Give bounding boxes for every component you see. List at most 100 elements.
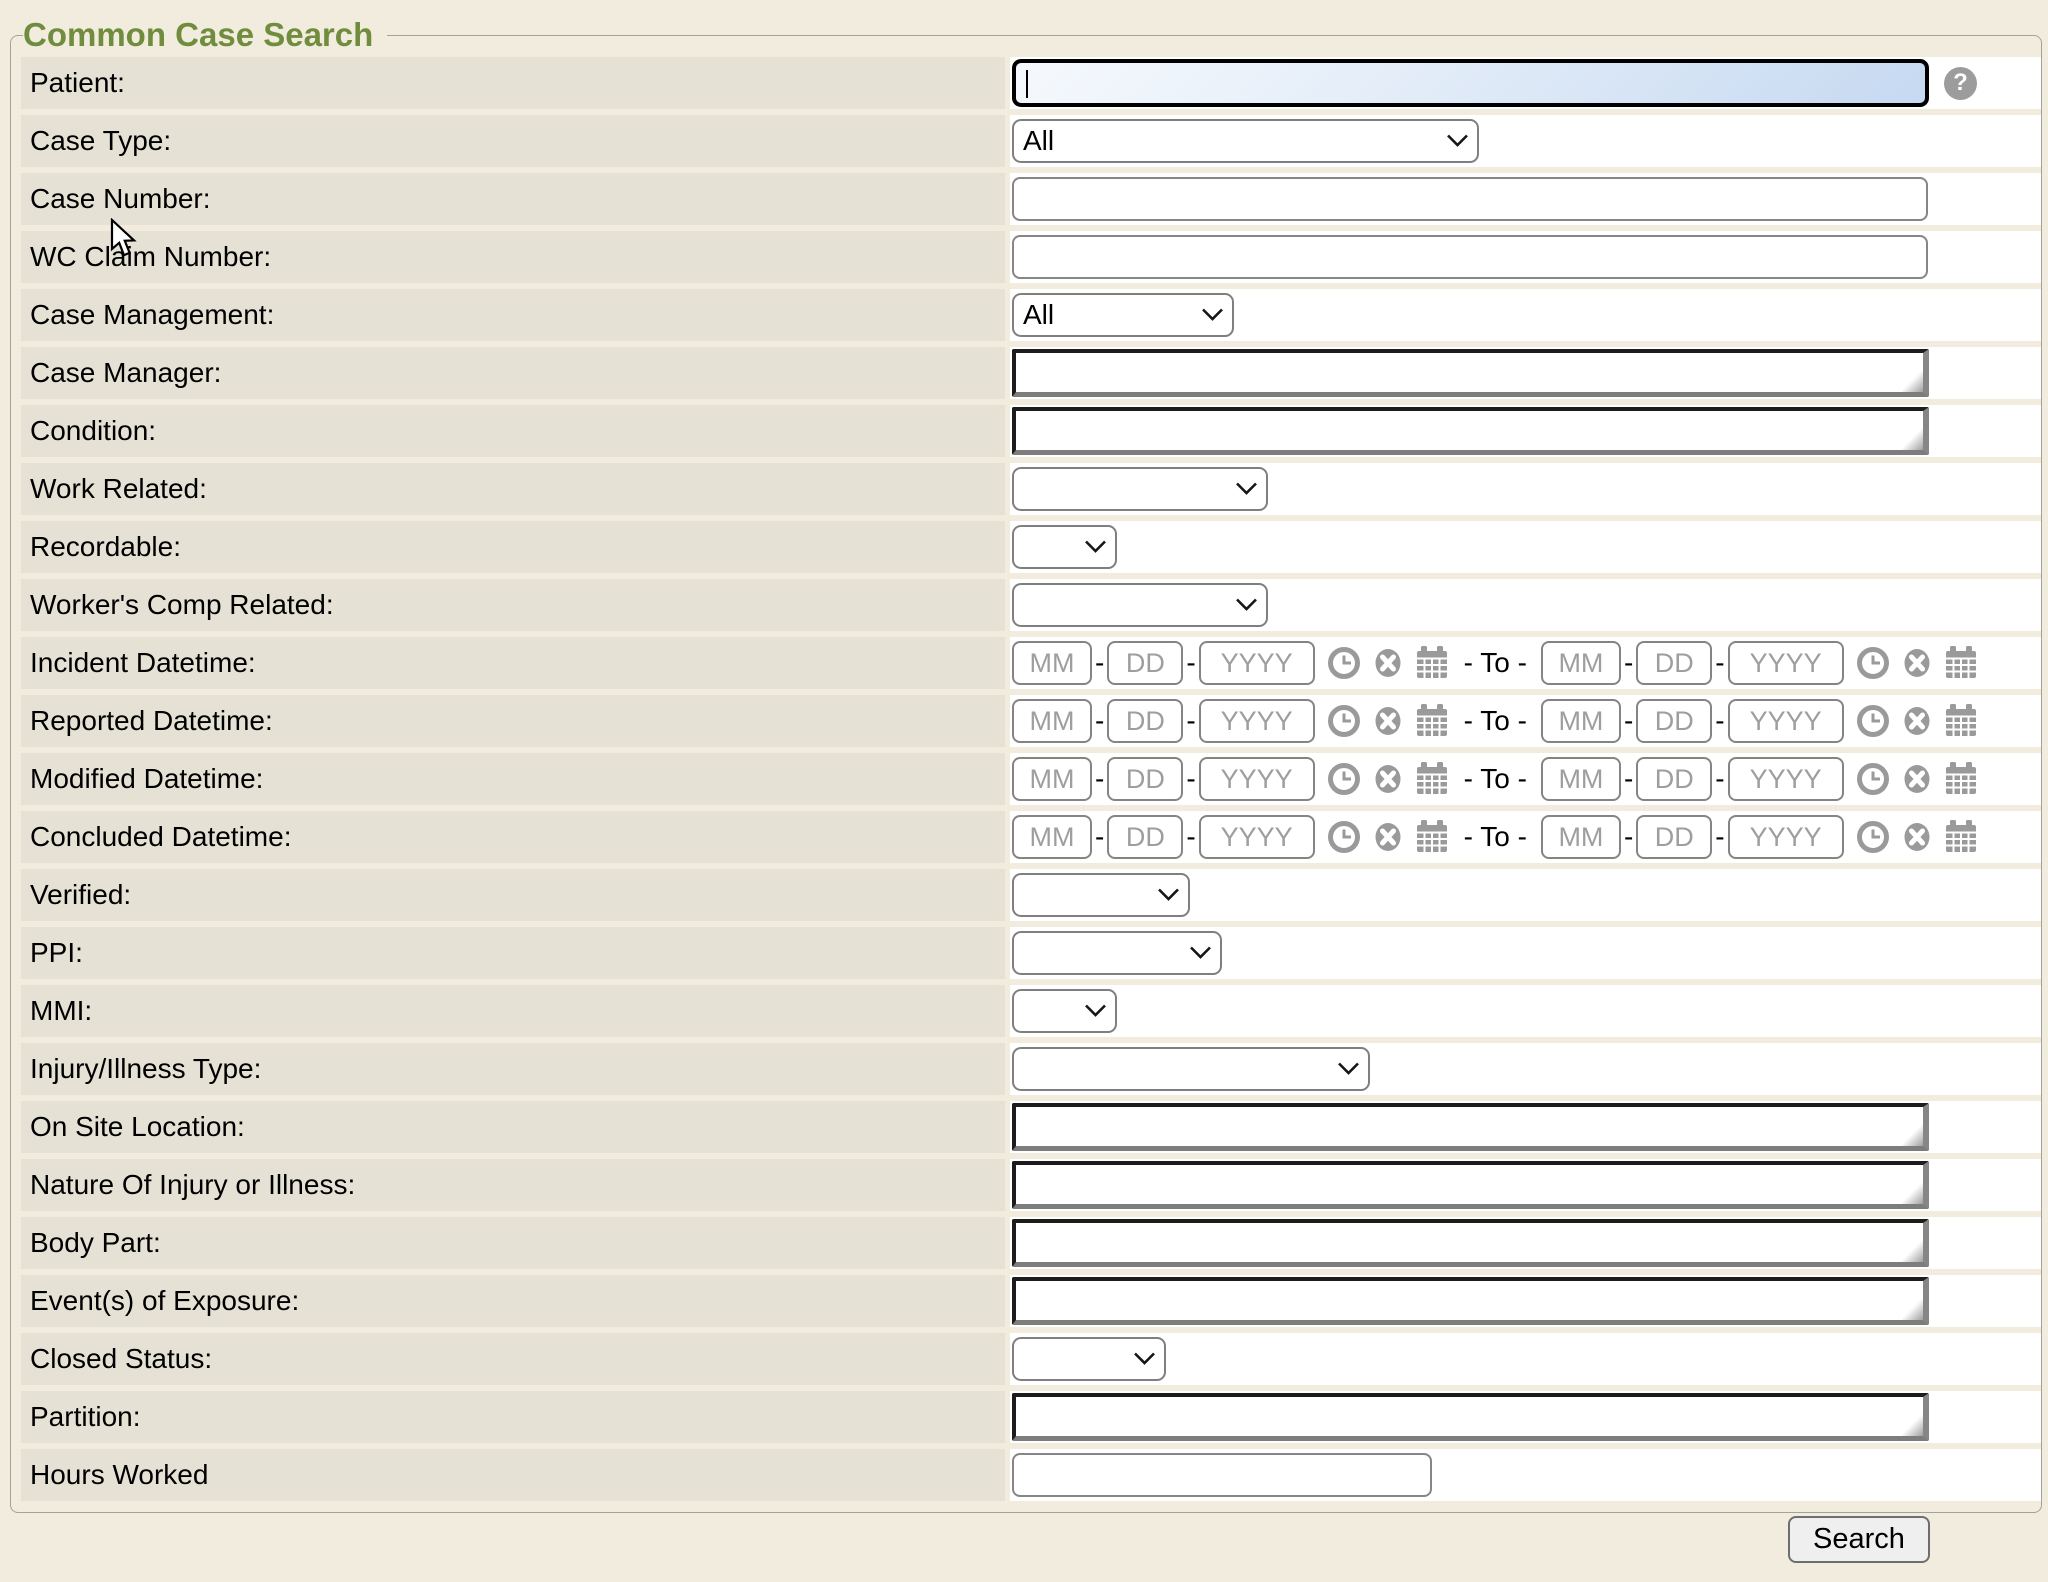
concluded-datetime-to-clear-icon[interactable] [1899, 819, 1935, 855]
form-row-case-manager: Case Manager: [21, 347, 2041, 399]
incident-datetime-to-calendar-icon[interactable] [1943, 645, 1979, 681]
body-part-textarea[interactable] [1012, 1219, 1929, 1267]
reported-datetime-to-day-input[interactable] [1636, 699, 1712, 743]
chevron-down-icon [1133, 1352, 1156, 1367]
concluded-datetime-to-month-input[interactable] [1541, 815, 1621, 859]
modified-datetime-from-day-input[interactable] [1107, 757, 1183, 801]
modified-datetime-from-year-input[interactable] [1199, 757, 1315, 801]
field-cell-case-number [1010, 173, 2041, 225]
on-site-location-textarea[interactable] [1012, 1103, 1929, 1151]
case-manager-textarea[interactable] [1012, 349, 1929, 397]
reported-datetime-from-clock-icon[interactable] [1326, 703, 1362, 739]
modified-datetime-to-year-input[interactable] [1728, 757, 1844, 801]
modified-datetime-to-clear-icon[interactable] [1899, 761, 1935, 797]
resize-grip[interactable] [1902, 1415, 1923, 1436]
incident-datetime-to-clock-icon[interactable] [1855, 645, 1891, 681]
closed-status-select[interactable] [1012, 1337, 1166, 1381]
field-label-closed-status: Closed Status: [21, 1333, 1005, 1385]
recordable-select[interactable] [1012, 525, 1117, 569]
incident-datetime-from-month-input[interactable] [1012, 641, 1092, 685]
case-number-input[interactable] [1012, 177, 1928, 221]
concluded-datetime-from-clock-icon[interactable] [1326, 819, 1362, 855]
ppi-select[interactable] [1012, 931, 1222, 975]
field-label-case-number: Case Number: [21, 173, 1005, 225]
incident-datetime-to-clear-icon[interactable] [1899, 645, 1935, 681]
field-label-mmi: MMI: [21, 985, 1005, 1037]
resize-grip[interactable] [1902, 1125, 1923, 1146]
incident-datetime-from-clock-icon[interactable] [1326, 645, 1362, 681]
work-related-select[interactable] [1012, 467, 1268, 511]
condition-textarea[interactable] [1012, 407, 1929, 455]
reported-datetime-from-year-input[interactable] [1199, 699, 1315, 743]
form-row-case-number: Case Number: [21, 173, 2041, 225]
mmi-select[interactable] [1012, 989, 1117, 1033]
form-row-reported-datetime: Reported Datetime:--- To --- [21, 695, 2041, 747]
date-separator: - [1186, 763, 1195, 795]
concluded-datetime-from-clear-icon[interactable] [1370, 819, 1406, 855]
incident-datetime-from-calendar-icon[interactable] [1414, 645, 1450, 681]
field-cell-nature-of-injury-or-illness [1010, 1159, 2041, 1211]
resize-grip[interactable] [1902, 1183, 1923, 1204]
concluded-datetime-to-day-input[interactable] [1636, 815, 1712, 859]
field-label-condition: Condition: [21, 405, 1005, 457]
concluded-datetime-from-day-input[interactable] [1107, 815, 1183, 859]
incident-datetime-from-clear-icon[interactable] [1370, 645, 1406, 681]
concluded-datetime-from-year-input[interactable] [1199, 815, 1315, 859]
concluded-datetime-from-calendar-icon[interactable] [1414, 819, 1450, 855]
modified-datetime-to-calendar-icon[interactable] [1943, 761, 1979, 797]
field-label-case-manager: Case Manager: [21, 347, 1005, 399]
field-cell-case-type: All [1010, 115, 2041, 167]
case-management-select[interactable]: All [1012, 293, 1234, 337]
field-cell-injury-illness-type [1010, 1043, 2041, 1095]
modified-datetime-to-clock-icon[interactable] [1855, 761, 1891, 797]
wc-claim-number-input[interactable] [1012, 235, 1928, 279]
nature-of-injury-or-illness-textarea[interactable] [1012, 1161, 1929, 1209]
chevron-down-icon [1157, 888, 1180, 903]
incident-datetime-to-year-input[interactable] [1728, 641, 1844, 685]
field-cell-hours-worked [1010, 1449, 2041, 1501]
reported-datetime-from-clear-icon[interactable] [1370, 703, 1406, 739]
date-range-to-label: - To - [1464, 647, 1527, 679]
help-icon[interactable]: ? [1944, 67, 1977, 100]
reported-datetime-to-clear-icon[interactable] [1899, 703, 1935, 739]
reported-datetime-from-month-input[interactable] [1012, 699, 1092, 743]
field-cell-recordable [1010, 521, 2041, 573]
field-cell-incident-datetime: --- To --- [1010, 637, 2041, 689]
resize-grip[interactable] [1902, 371, 1923, 392]
chevron-down-icon [1337, 1062, 1360, 1077]
form-row-work-related: Work Related: [21, 463, 2041, 515]
modified-datetime-from-calendar-icon[interactable] [1414, 761, 1450, 797]
reported-datetime-from-calendar-icon[interactable] [1414, 703, 1450, 739]
modified-datetime-to-day-input[interactable] [1636, 757, 1712, 801]
resize-grip[interactable] [1902, 429, 1923, 450]
events-of-exposure-textarea[interactable] [1012, 1277, 1929, 1325]
case-type-select[interactable]: All [1012, 119, 1479, 163]
incident-datetime-to-month-input[interactable] [1541, 641, 1621, 685]
workers-comp-related-select[interactable] [1012, 583, 1268, 627]
reported-datetime-to-month-input[interactable] [1541, 699, 1621, 743]
partition-textarea[interactable] [1012, 1393, 1929, 1441]
incident-datetime-from-day-input[interactable] [1107, 641, 1183, 685]
concluded-datetime-to-clock-icon[interactable] [1855, 819, 1891, 855]
reported-datetime-to-calendar-icon[interactable] [1943, 703, 1979, 739]
modified-datetime-to-month-input[interactable] [1541, 757, 1621, 801]
concluded-datetime-to-calendar-icon[interactable] [1943, 819, 1979, 855]
hours-worked-input[interactable] [1012, 1453, 1432, 1497]
reported-datetime-to-year-input[interactable] [1728, 699, 1844, 743]
modified-datetime-from-month-input[interactable] [1012, 757, 1092, 801]
incident-datetime-from-year-input[interactable] [1199, 641, 1315, 685]
reported-datetime-from-day-input[interactable] [1107, 699, 1183, 743]
search-button[interactable]: Search [1788, 1516, 1930, 1563]
modified-datetime-from-clock-icon[interactable] [1326, 761, 1362, 797]
concluded-datetime-from-month-input[interactable] [1012, 815, 1092, 859]
resize-grip[interactable] [1902, 1299, 1923, 1320]
reported-datetime-to-clock-icon[interactable] [1855, 703, 1891, 739]
verified-select[interactable] [1012, 873, 1190, 917]
resize-grip[interactable] [1902, 1241, 1923, 1262]
date-separator: - [1186, 647, 1195, 679]
modified-datetime-from-clear-icon[interactable] [1370, 761, 1406, 797]
concluded-datetime-to-year-input[interactable] [1728, 815, 1844, 859]
injury-illness-type-select[interactable] [1012, 1047, 1370, 1091]
patient-input[interactable] [1012, 59, 1929, 107]
incident-datetime-to-day-input[interactable] [1636, 641, 1712, 685]
